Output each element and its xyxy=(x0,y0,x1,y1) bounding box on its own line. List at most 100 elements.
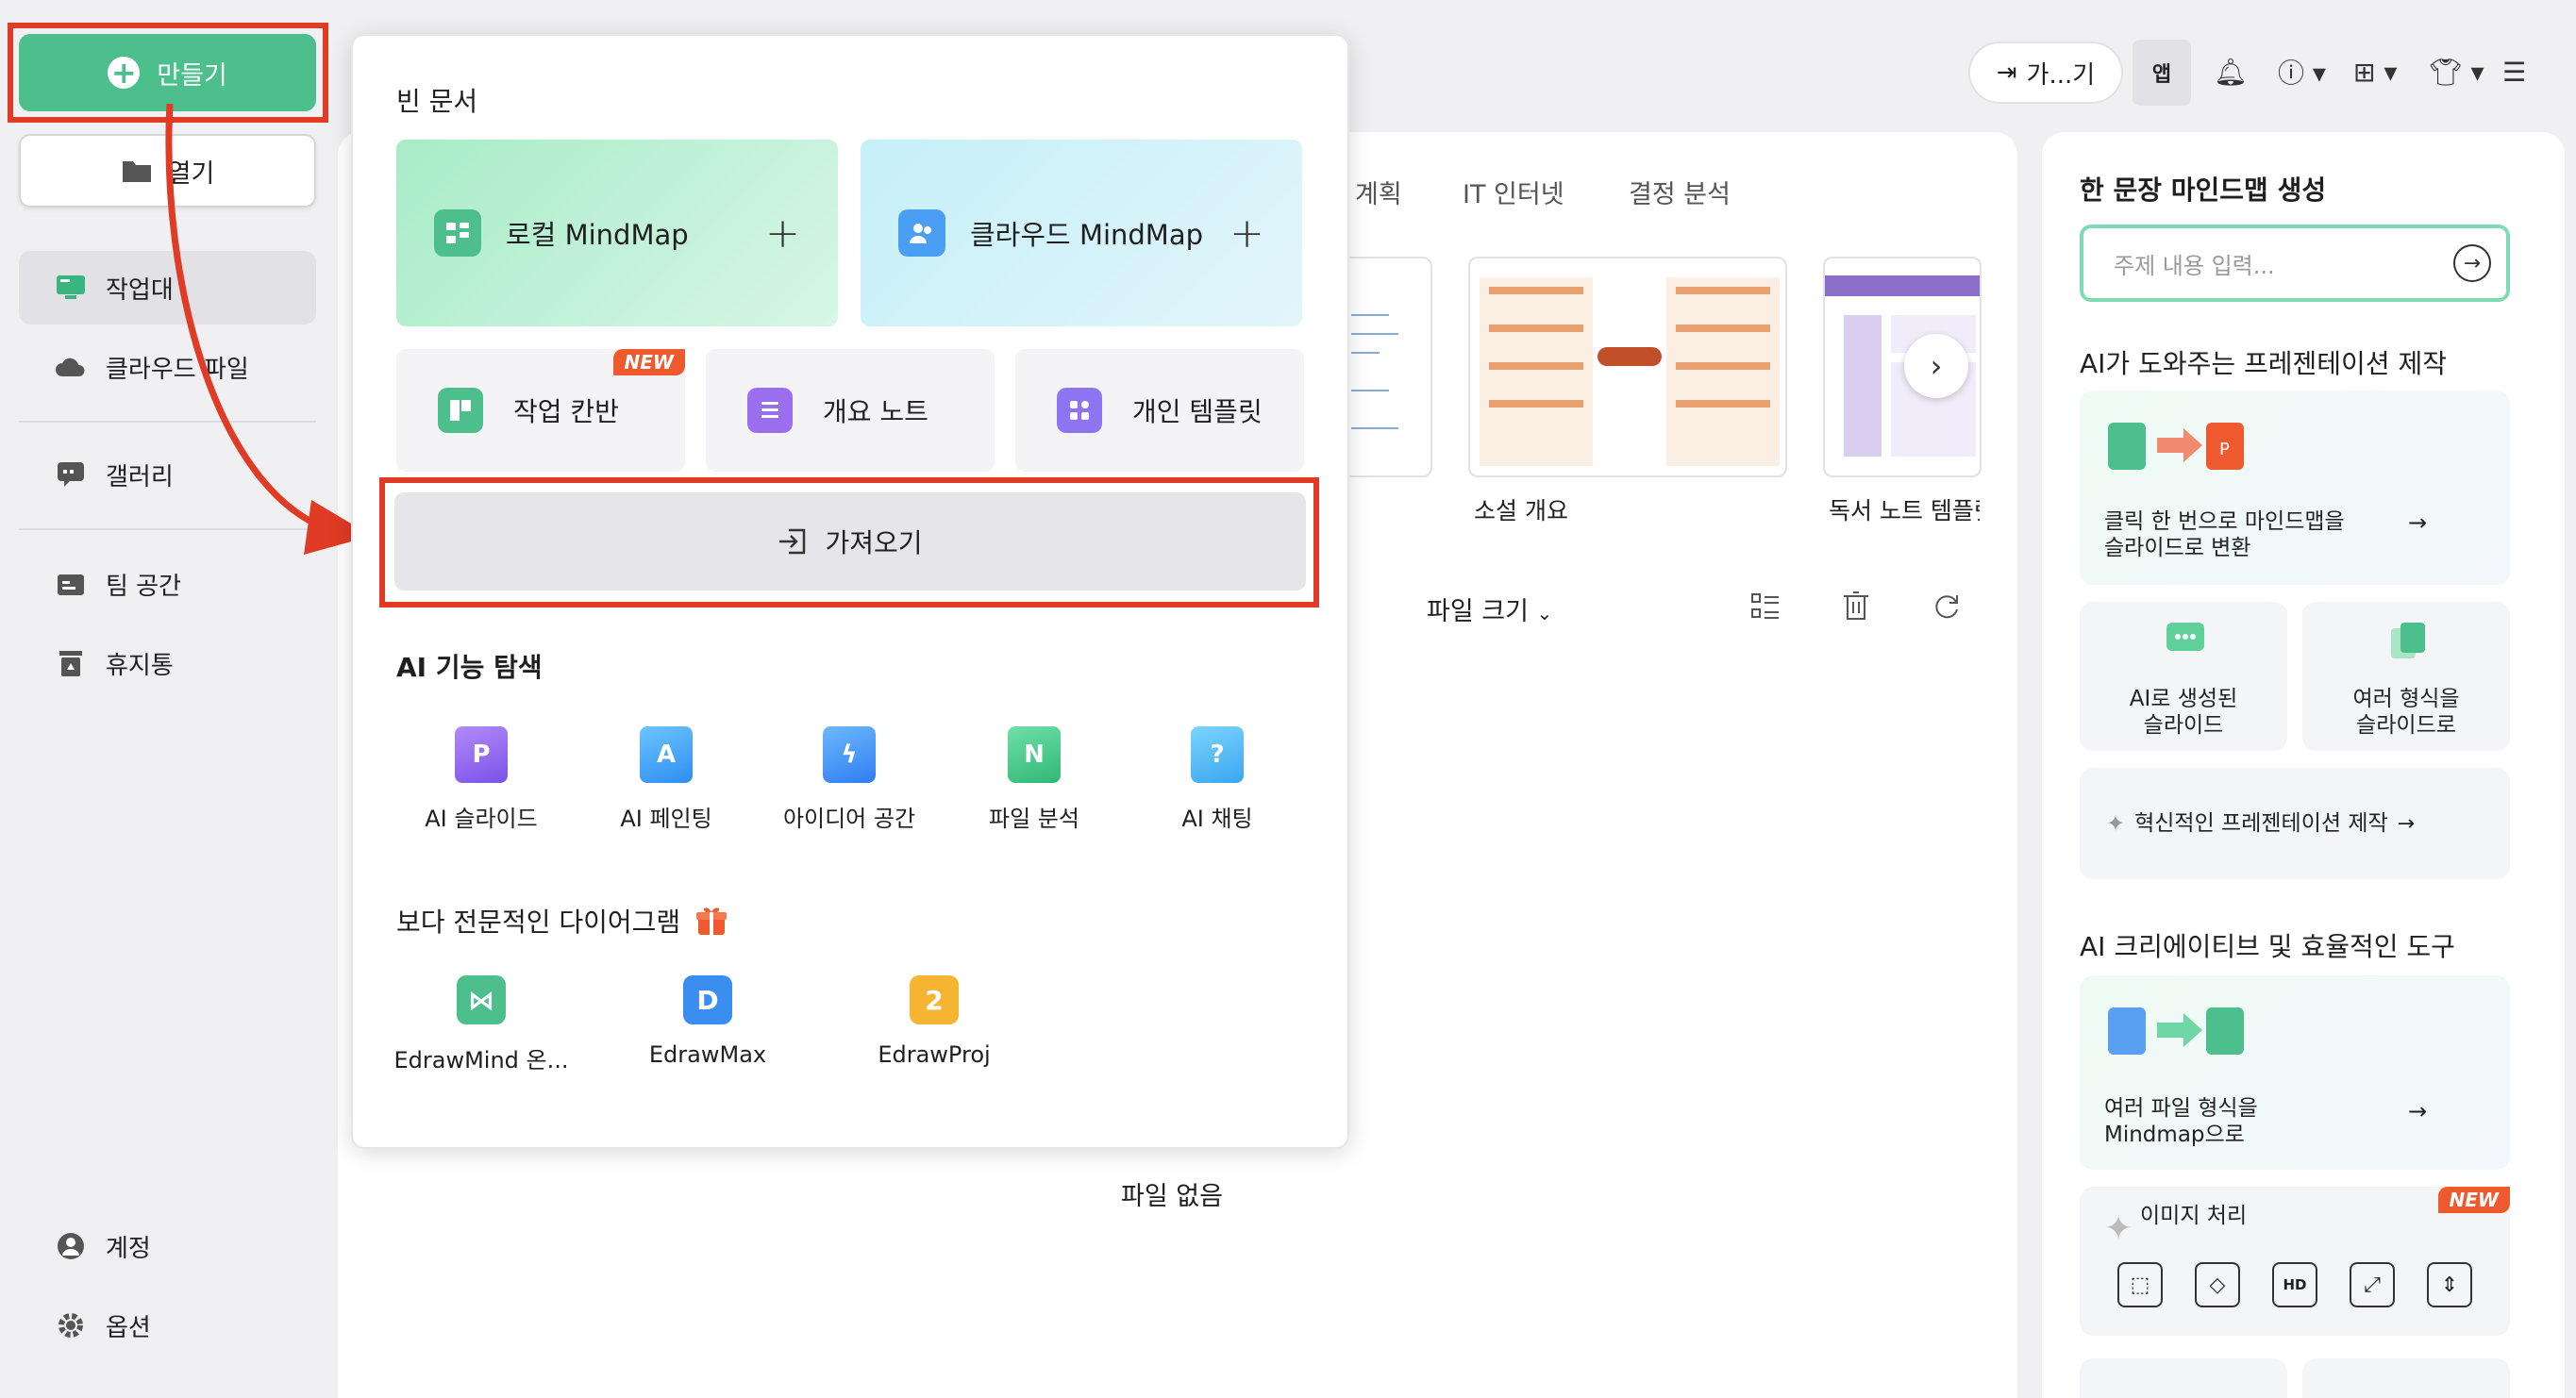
edrawmax-button[interactable]: D EdrawMax xyxy=(604,975,811,1068)
team-space-icon xyxy=(55,570,87,598)
sidebar-item-trash[interactable]: 휴지통 xyxy=(19,626,316,700)
account-label: 계정 xyxy=(106,1234,151,1263)
files-to-mm-1: 여러 파일 형식을 xyxy=(2104,1096,2258,1121)
task-kanban-card[interactable]: 작업 칸반 NEW xyxy=(396,349,685,472)
image-processing-card[interactable]: NEW ✦ 이미지 처리 ⬚ ◇ HD ⤢ ⇕ xyxy=(2080,1187,2510,1336)
hd-icon[interactable]: HD xyxy=(2272,1262,2317,1307)
multi-format-2: 슬라이드로 xyxy=(2356,713,2456,738)
files-to-mindmap-card[interactable]: 여러 파일 형식을 Mindmap으로 → xyxy=(2080,975,2510,1170)
template-label: 독서 노트 템플릿 xyxy=(1829,497,1980,524)
plus-icon: + xyxy=(1229,208,1264,258)
import-pill-label: 가...기 xyxy=(2026,60,2096,90)
local-mindmap-card[interactable]: 로컬 MindMap + xyxy=(396,140,838,326)
pro-diagram-label: 보다 전문적인 다이어그램 xyxy=(396,907,681,938)
workbench-icon xyxy=(55,274,87,302)
file-analysis-button[interactable]: N 파일 분석 xyxy=(949,726,1119,833)
import-highlight-frame xyxy=(379,477,1319,607)
partial-card[interactable] xyxy=(2080,1358,2287,1398)
gallery-icon xyxy=(55,460,87,489)
blank-document-title: 빈 문서 xyxy=(396,86,478,117)
edrawmind-online-button[interactable]: ⋈ EdrawMind 온... xyxy=(377,975,585,1074)
product-label: EdrawMax xyxy=(648,1041,767,1068)
help-icon[interactable]: ⓘ ▾ xyxy=(2278,53,2326,91)
image-select-icon[interactable]: ⬚ xyxy=(2117,1262,2163,1307)
personal-template-icon xyxy=(1057,388,1102,433)
ai-painting-icon: A xyxy=(640,726,693,783)
personal-template-label: 개인 템플릿 xyxy=(1132,396,1263,427)
ai-slides-button[interactable]: P AI 슬라이드 xyxy=(396,726,566,833)
chevron-down-icon: ⌄ xyxy=(1536,602,1553,624)
list-view-icon[interactable] xyxy=(1751,592,1780,624)
ai-item-label: AI 슬라이드 xyxy=(425,806,538,832)
pro-diagram-title: 보다 전문적인 다이어그램 xyxy=(396,902,728,940)
sidebar-item-label: 휴지통 xyxy=(106,651,174,680)
no-file-label: 파일 없음 xyxy=(1121,1182,1223,1211)
cloud-mindmap-icon xyxy=(898,209,945,257)
ai-item-label: 아이디어 공간 xyxy=(782,806,916,832)
new-badge: NEW xyxy=(612,349,685,375)
sidebar-item-label: 팀 공간 xyxy=(106,572,182,601)
ai-item-label: AI 페인팅 xyxy=(620,806,712,832)
lightning-icon: ϟ xyxy=(823,726,876,783)
compress-icon[interactable]: ⇕ xyxy=(2427,1262,2472,1307)
bell-icon[interactable]: 🔔︎ xyxy=(2214,53,2248,91)
innovative-presentation-button[interactable]: ✦ 혁신적인 프레젠테이션 제작 → xyxy=(2080,768,2510,879)
product-label: EdrawProj xyxy=(878,1041,991,1068)
arrow-right-icon: → xyxy=(2408,509,2428,536)
app-button[interactable]: 앱 xyxy=(2133,40,2191,106)
delete-icon[interactable] xyxy=(1842,591,1870,624)
account-button[interactable]: 계정 xyxy=(19,1209,316,1283)
mindmap-to-slides-card[interactable]: P 클릭 한 번으로 마인드맵을 슬라이드로 변환 → xyxy=(2080,391,2510,585)
local-mindmap-label: 로컬 MindMap xyxy=(506,219,689,251)
arrow-right-icon: → xyxy=(2397,811,2416,836)
local-mindmap-icon xyxy=(434,209,481,257)
ai-chat-icon xyxy=(2166,623,2204,651)
expand-icon[interactable]: ⤢ xyxy=(2350,1262,2395,1307)
outline-note-card[interactable]: 개요 노트 xyxy=(706,349,995,472)
topic-placeholder: 주제 내용 입력... xyxy=(2114,252,2275,279)
outline-note-icon xyxy=(747,388,793,433)
topic-input[interactable]: 주제 내용 입력... → xyxy=(2080,225,2510,302)
ai-item-label: AI 채팅 xyxy=(1181,806,1253,832)
convert-text-1: 클릭 한 번으로 마인드맵을 xyxy=(2104,509,2345,534)
template-thumbnail-novel-outline[interactable] xyxy=(1468,257,1787,477)
ppt-title: AI가 도와주는 프레젠테이션 제작 xyxy=(2080,348,2447,379)
refresh-icon[interactable] xyxy=(1932,592,1961,624)
gear-icon xyxy=(55,1311,87,1340)
ai-chat-icon: ? xyxy=(1191,726,1244,783)
new-badge: NEW xyxy=(2437,1187,2510,1213)
ai-slides-icon: P xyxy=(455,726,508,783)
user-icon xyxy=(55,1232,87,1260)
file-size-sort[interactable]: 파일 크기 ⌄ xyxy=(1427,591,1552,627)
partial-card[interactable] xyxy=(2302,1358,2510,1398)
ai-chat-button[interactable]: ? AI 채팅 xyxy=(1132,726,1302,833)
tools-title: AI 크리에이티브 및 효율적인 도구 xyxy=(2080,931,2455,962)
ai-painting-button[interactable]: A AI 페인팅 xyxy=(581,726,751,833)
arrow-right-icon[interactable]: → xyxy=(2453,244,2491,282)
template-label: 소설 개요 xyxy=(1474,497,1568,524)
tab-it-internet[interactable]: IT 인터넷 xyxy=(1463,174,1564,210)
ai-generated-slides-card[interactable]: AI로 생성된 슬라이드 xyxy=(2080,602,2287,751)
apps-grid-icon[interactable]: ⊞ ▾ xyxy=(2353,53,2397,91)
cloud-icon xyxy=(55,353,87,381)
edrawproj-logo-icon: 2 xyxy=(910,975,959,1024)
cloud-mindmap-label: 클라우드 MindMap xyxy=(970,219,1204,251)
idea-space-button[interactable]: ϟ 아이디어 공간 xyxy=(764,726,934,833)
ai-generated-2: 슬라이드 xyxy=(2143,713,2224,738)
personal-template-card[interactable]: 개인 템플릿 xyxy=(1015,349,1304,472)
carousel-next-button[interactable]: › xyxy=(1904,334,1968,398)
tab-decision-analysis[interactable]: 결정 분석 xyxy=(1629,174,1731,210)
image-processing-label: 이미지 처리 xyxy=(2140,1204,2248,1228)
options-button[interactable]: 옵션 xyxy=(19,1289,316,1362)
convert-illustration-icon: P xyxy=(2108,423,2244,470)
product-label: EdrawMind 온... xyxy=(393,1047,569,1073)
import-pill-button[interactable]: ⇥ 가...기 xyxy=(1968,42,2123,104)
tab-plan[interactable]: 계획 xyxy=(1355,174,1402,210)
collapse-menu-icon[interactable]: ☰ xyxy=(2502,53,2526,91)
eraser-icon[interactable]: ◇ xyxy=(2195,1262,2240,1307)
arrow-right-icon: → xyxy=(2408,1098,2428,1124)
multi-format-slides-card[interactable]: 여러 형식을 슬라이드로 xyxy=(2302,602,2510,751)
shirt-icon[interactable]: 👕︎ ▾ xyxy=(2429,53,2484,91)
cloud-mindmap-card[interactable]: 클라우드 MindMap + xyxy=(861,140,1302,326)
edrawproj-button[interactable]: 2 EdrawProj xyxy=(830,975,1038,1068)
